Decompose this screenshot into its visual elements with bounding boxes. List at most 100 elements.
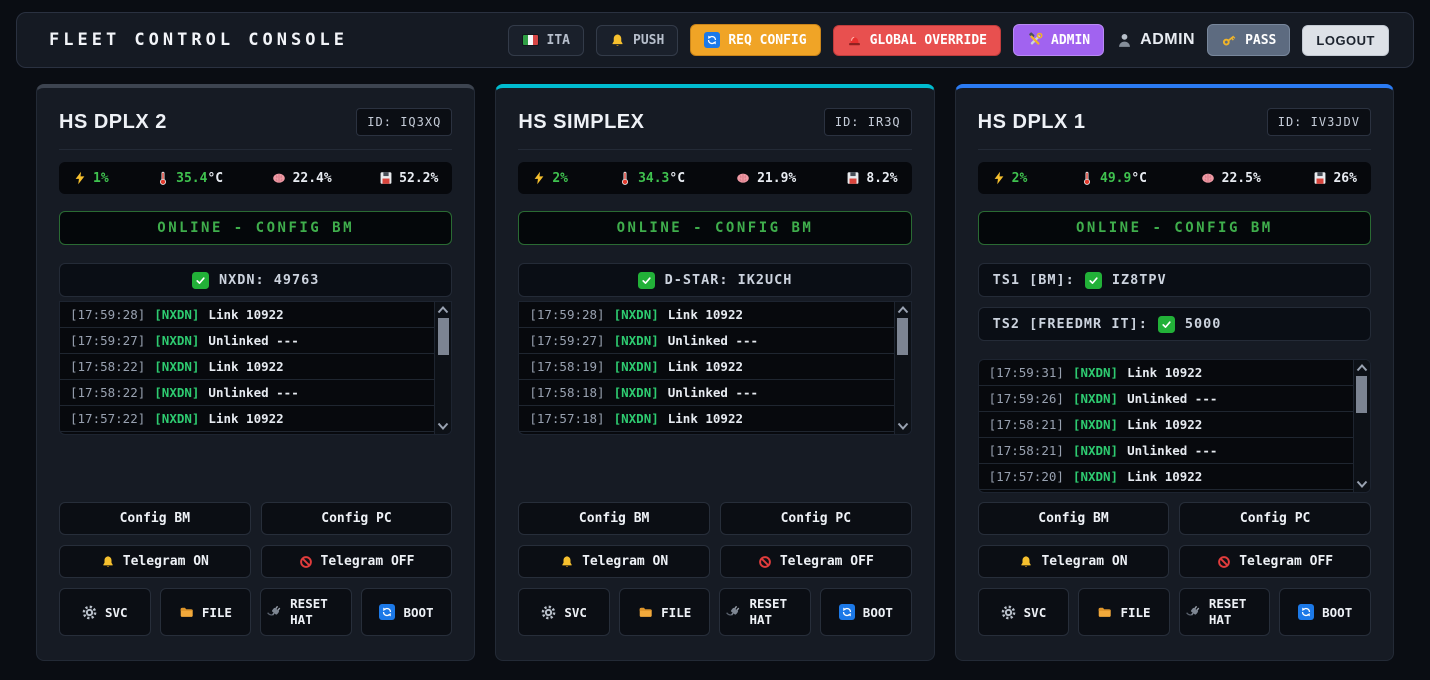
scroll-up-icon[interactable] <box>437 306 449 314</box>
scrollbar-thumb[interactable] <box>1356 376 1367 413</box>
scrollbar-thumb[interactable] <box>438 318 449 355</box>
scroll-down-icon[interactable] <box>437 422 449 430</box>
lightning-icon <box>532 171 546 185</box>
status-banner: ONLINE - CONFIG BM <box>59 211 452 245</box>
log-row: [17:57:20][NXDN]Link 10922 <box>979 464 1370 490</box>
file-button[interactable]: FILE <box>619 588 711 636</box>
refresh-icon <box>1298 604 1314 620</box>
stats-bar: 2% 49.9°C 22.5% 26% <box>978 162 1371 194</box>
global-override-button[interactable]: GLOBAL OVERRIDE <box>833 25 1001 56</box>
thermometer-icon <box>1080 170 1094 186</box>
scrollbar-thumb[interactable] <box>897 318 908 355</box>
config-pc-button[interactable]: Config PC <box>1179 502 1371 535</box>
ts2-status-box: TS2 [FREEDMR IT]: 5000 <box>978 307 1371 341</box>
telegram-off-button[interactable]: Telegram OFF <box>261 545 453 578</box>
telegram-off-button[interactable]: Telegram OFF <box>1179 545 1371 578</box>
telegram-on-button[interactable]: Telegram ON <box>978 545 1170 578</box>
admin-button[interactable]: ADMIN <box>1013 24 1104 56</box>
boot-button[interactable]: BOOT <box>820 588 912 636</box>
config-pc-button[interactable]: Config PC <box>720 502 912 535</box>
key-icon <box>1221 32 1237 48</box>
telegram-on-button[interactable]: Telegram ON <box>518 545 710 578</box>
config-bm-button[interactable]: Config BM <box>518 502 710 535</box>
plug-icon <box>267 605 282 620</box>
ts1-label: TS1 [BM]: <box>993 272 1075 288</box>
refresh-icon <box>704 32 720 48</box>
device-id-badge: ID: IR3Q <box>824 108 912 136</box>
boot-button[interactable]: BOOT <box>361 588 453 636</box>
panel-title: HS DPLX 1 <box>978 111 1086 134</box>
reset-hat-button[interactable]: RESET HAT <box>719 588 811 636</box>
log-scrollbar[interactable] <box>894 302 911 434</box>
svc-button[interactable]: SVC <box>978 588 1070 636</box>
temperature-stat: 35.4°C <box>156 170 223 186</box>
svc-button[interactable]: SVC <box>59 588 151 636</box>
hammer-wrench-icon <box>1027 32 1043 48</box>
file-button[interactable]: FILE <box>1078 588 1170 636</box>
scroll-up-icon[interactable] <box>897 306 909 314</box>
log-row: [17:59:28][NXDN]Link 10922 <box>519 302 910 328</box>
telegram-off-button[interactable]: Telegram OFF <box>720 545 912 578</box>
telegram-on-button[interactable]: Telegram ON <box>59 545 251 578</box>
device-id-badge: ID: IV3JDV <box>1267 108 1371 136</box>
no-entry-icon <box>299 555 313 569</box>
boot-button[interactable]: BOOT <box>1279 588 1371 636</box>
device-id-badge: ID: IQ3XQ <box>356 108 452 136</box>
bell-icon <box>610 33 625 48</box>
lightning-icon <box>992 171 1006 185</box>
panel-title: HS DPLX 2 <box>59 111 167 134</box>
status-banner: ONLINE - CONFIG BM <box>518 211 911 245</box>
logout-button[interactable]: LOGOUT <box>1302 25 1389 56</box>
power-stat: 2% <box>992 171 1028 186</box>
log-row: [17:59:27][NXDN]Unlinked --- <box>519 328 910 354</box>
temperature-stat: 49.9°C <box>1080 170 1147 186</box>
language-button[interactable]: ITA <box>508 25 584 56</box>
log-scrollbar[interactable] <box>434 302 451 434</box>
scroll-up-icon[interactable] <box>1356 364 1368 372</box>
lightning-icon <box>73 171 87 185</box>
brain-icon <box>271 171 287 185</box>
check-icon <box>1158 316 1175 333</box>
person-icon <box>1116 32 1133 49</box>
no-entry-icon <box>1217 555 1231 569</box>
stats-bar: 1% 35.4°C 22.4% 52.2% <box>59 162 452 194</box>
app-header: FLEET CONTROL CONSOLE ITA PUSH REQ CONFI… <box>16 12 1414 68</box>
log-row: [17:58:21][NXDN]Unlinked --- <box>979 438 1370 464</box>
divider <box>518 149 911 150</box>
push-button[interactable]: PUSH <box>596 25 678 56</box>
status-banner: ONLINE - CONFIG BM <box>978 211 1371 245</box>
req-config-button[interactable]: REQ CONFIG <box>690 24 820 56</box>
pass-label: PASS <box>1245 33 1276 48</box>
refresh-icon <box>379 604 395 620</box>
push-label: PUSH <box>633 33 664 48</box>
file-button[interactable]: FILE <box>160 588 252 636</box>
power-stat: 1% <box>73 171 109 186</box>
siren-icon <box>847 33 862 48</box>
bell-icon <box>1019 555 1033 569</box>
log-row: [17:58:19][NXDN]Link 10922 <box>519 354 910 380</box>
config-bm-button[interactable]: Config BM <box>59 502 251 535</box>
power-stat: 2% <box>532 171 568 186</box>
scroll-down-icon[interactable] <box>897 422 909 430</box>
language-label: ITA <box>547 33 570 48</box>
reset-hat-button[interactable]: RESET HAT <box>1179 588 1271 636</box>
pass-button[interactable]: PASS <box>1207 24 1290 56</box>
thermometer-icon <box>618 170 632 186</box>
log-scrollbar[interactable] <box>1353 360 1370 492</box>
reset-hat-button[interactable]: RESET HAT <box>260 588 352 636</box>
svc-button[interactable]: SVC <box>518 588 610 636</box>
ts2-value: 5000 <box>1185 316 1222 332</box>
floppy-icon <box>846 171 860 185</box>
scroll-down-icon[interactable] <box>1356 480 1368 488</box>
device-panel-hs-simplex: HS SIMPLEX ID: IR3Q 2% 34.3°C 21.9% 8.2%… <box>495 84 934 661</box>
app-title: FLEET CONTROL CONSOLE <box>49 30 348 50</box>
config-pc-button[interactable]: Config PC <box>261 502 453 535</box>
check-icon <box>1085 272 1102 289</box>
global-override-label: GLOBAL OVERRIDE <box>870 33 987 48</box>
brain-icon <box>1200 171 1216 185</box>
cpu-stat: 22.4% <box>271 171 332 186</box>
check-icon <box>192 272 209 289</box>
stats-bar: 2% 34.3°C 21.9% 8.2% <box>518 162 911 194</box>
config-bm-button[interactable]: Config BM <box>978 502 1170 535</box>
italy-flag-icon <box>522 34 539 46</box>
